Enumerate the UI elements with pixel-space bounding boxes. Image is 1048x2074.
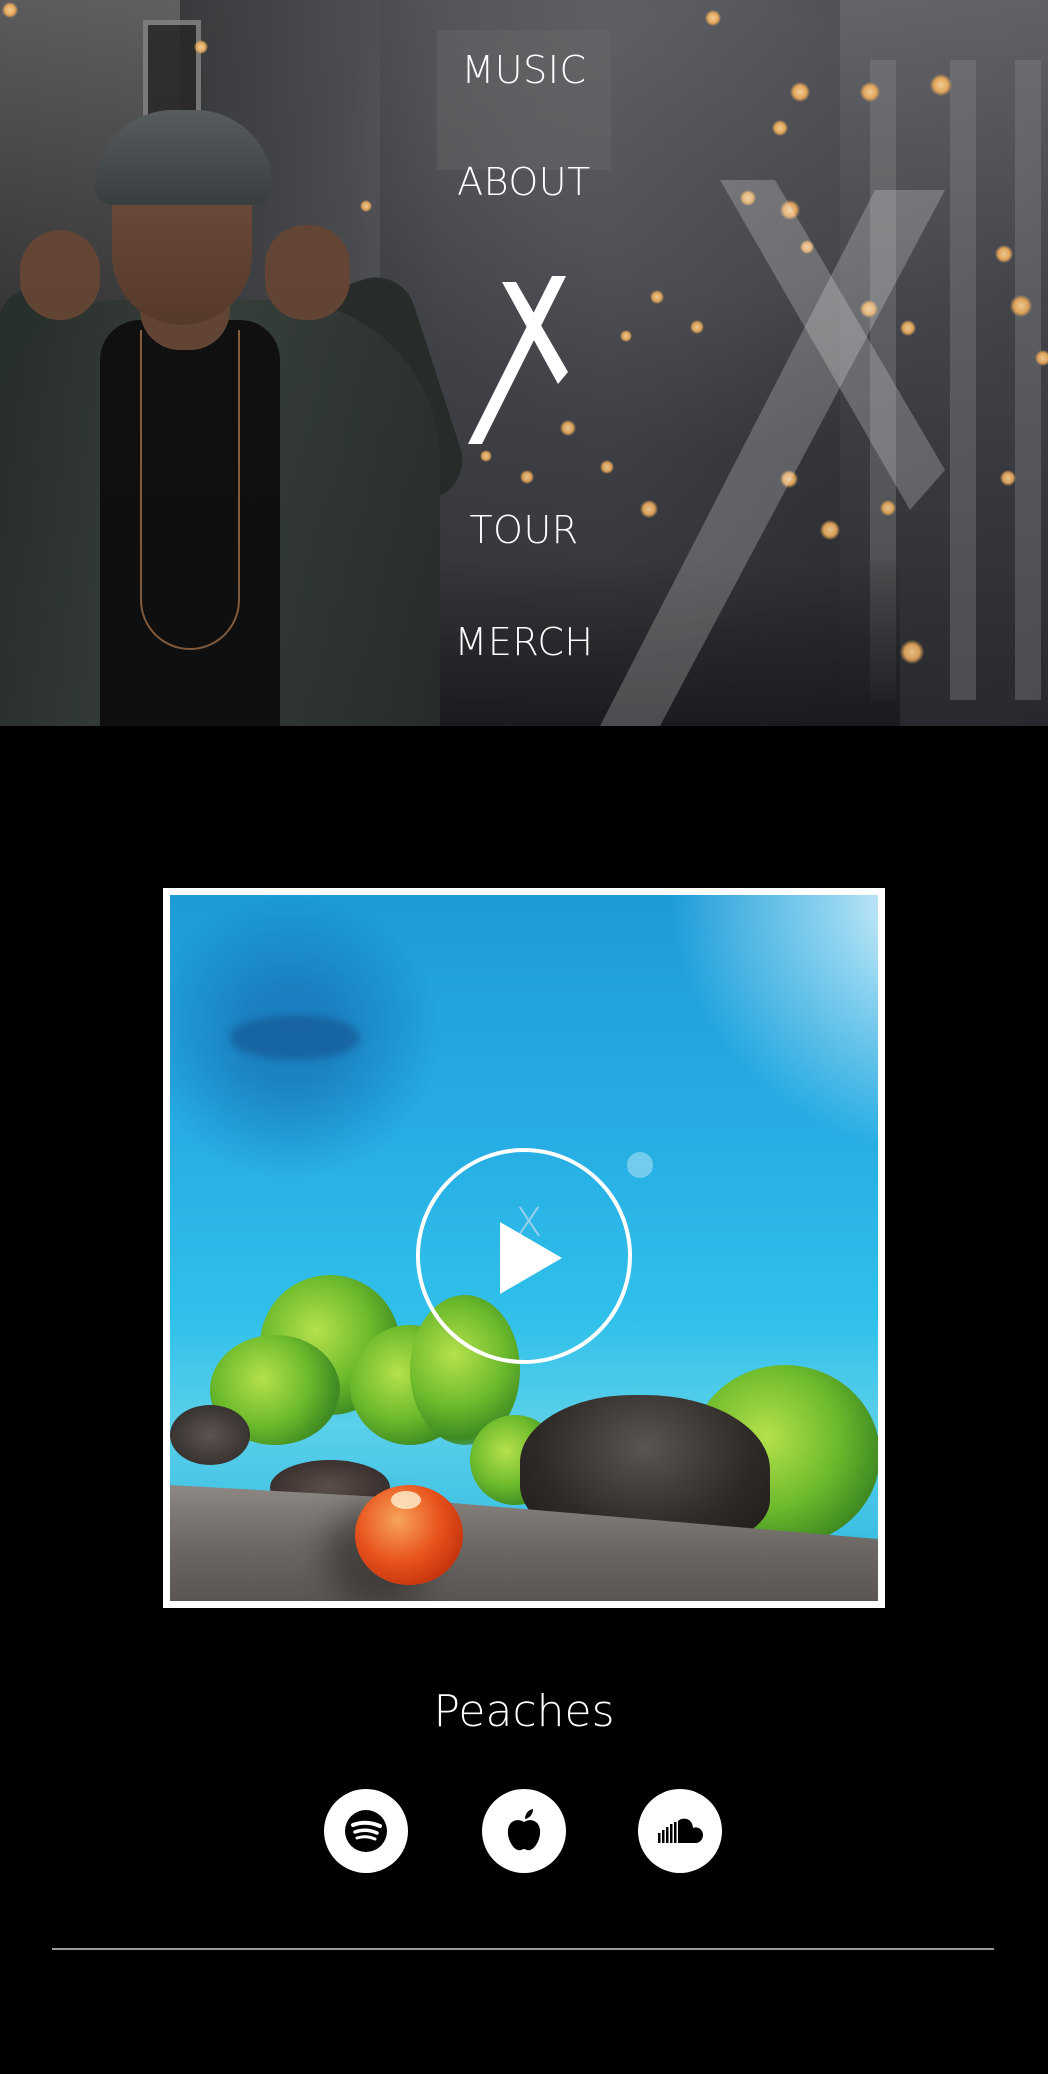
album-cover: X — [170, 895, 878, 1601]
play-button[interactable] — [416, 1148, 632, 1364]
nav-tour-link[interactable]: TOUR — [0, 508, 1048, 552]
nav-music-link[interactable]: MUSIC — [0, 48, 1048, 92]
spotify-button[interactable] — [324, 1789, 408, 1873]
album-cover-frame: X — [163, 888, 885, 1608]
play-icon — [500, 1222, 562, 1294]
soundcloud-button[interactable] — [638, 1789, 722, 1873]
peach-illustration — [355, 1485, 463, 1585]
nav-about-link[interactable]: ABOUT — [0, 160, 1048, 204]
soundcloud-icon — [658, 1818, 703, 1843]
page: MUSIC ABOUT TOUR MERCH X Peaches — [0, 0, 1048, 2074]
footer-divider — [52, 1948, 994, 1950]
x-logo-icon[interactable] — [468, 276, 580, 448]
apple-music-button[interactable] — [482, 1789, 566, 1873]
apple-icon — [507, 1809, 541, 1851]
nav-merch-link[interactable]: MERCH — [0, 620, 1048, 664]
song-title: Peaches — [433, 1686, 615, 1737]
spotify-icon — [345, 1810, 387, 1852]
hero-section: MUSIC ABOUT TOUR MERCH — [0, 0, 1048, 726]
